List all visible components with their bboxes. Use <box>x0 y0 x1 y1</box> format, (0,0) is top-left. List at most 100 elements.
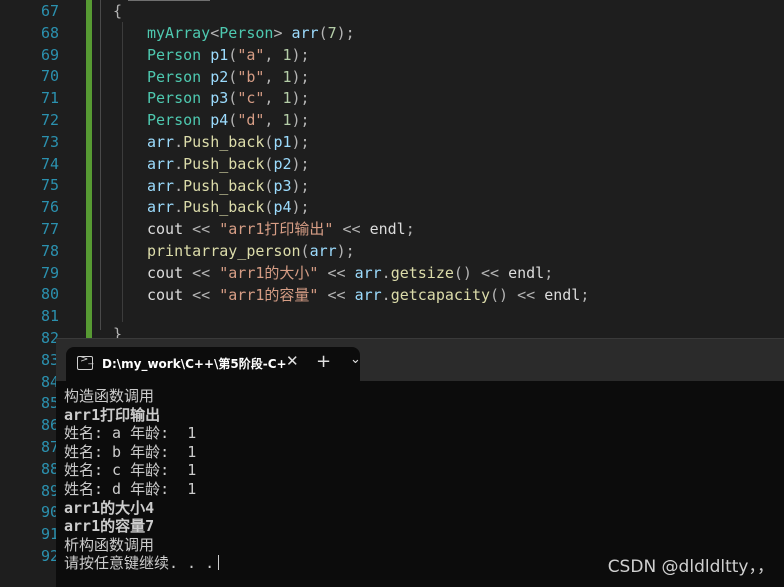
code-line[interactable]: Person p4("d", 1); <box>147 109 310 131</box>
line-number: 89 <box>40 481 59 500</box>
line-number: 78 <box>40 241 59 260</box>
code-token: ( <box>228 45 238 64</box>
code-token: "b" <box>237 67 265 86</box>
line-number: 71 <box>40 89 59 108</box>
code-token: ( <box>228 111 238 130</box>
code-token: p2 <box>273 154 292 173</box>
code-token: << <box>192 285 220 304</box>
code-token: arr <box>354 263 382 282</box>
tab-dropdown-button[interactable]: ⌄ <box>350 352 361 367</box>
code-token: Person <box>147 67 211 86</box>
code-line[interactable]: Person p3("c", 1); <box>147 87 310 109</box>
code-token: ( <box>300 242 310 260</box>
terminal-output[interactable]: 构造函数调用 arr1打印输出 姓名: a 年龄: 1 姓名: b 年龄: 1 姓名: … <box>64 387 764 573</box>
line-number: 70 <box>40 67 59 86</box>
terminal-window[interactable]: >_ D:\my_work\C++\第5阶段-C+ ✕ + ⌄ 构造函数调用 ar… <box>56 338 784 587</box>
code-token: << <box>192 220 220 239</box>
line-number: 79 <box>40 263 59 282</box>
code-line[interactable]: arr.Push_back(p2); <box>147 153 310 175</box>
code-token: << <box>318 285 355 304</box>
terminal-output-line: 姓名: c 年龄: 1 <box>64 461 197 480</box>
code-token: Push_back <box>183 176 265 195</box>
terminal-output-line: arr1的容量7 <box>64 517 155 536</box>
code-line[interactable]: arr.Push_back(p3); <box>147 175 310 197</box>
line-number-gutter: 67 68 69 70 71 72 73 74 75 76 77 78 79 80 81 82 83 84 85 86… <box>0 0 64 586</box>
code-token: ; <box>544 263 554 282</box>
terminal-tab-strip: >_ D:\my_work\C++\第5阶段-C+ ✕ + ⌄ <box>56 339 784 381</box>
code-token: ( <box>228 67 238 86</box>
code-token: arr <box>354 285 382 304</box>
code-token: << <box>318 263 355 282</box>
new-tab-button[interactable]: + <box>316 351 331 372</box>
code-line[interactable]: arr.Push_back(p4); <box>147 196 310 218</box>
terminal-output-line: 姓名: b 年龄: 1 <box>64 442 197 461</box>
line-number: 72 <box>40 111 59 129</box>
code-token: myArray <box>147 24 211 42</box>
code-token: ( <box>318 24 328 42</box>
code-token: ); <box>291 89 310 108</box>
code-line[interactable]: cout << "arr1的大小" << arr.getsize() << en… <box>147 262 553 284</box>
line-number: 88 <box>40 459 59 478</box>
code-token: ); <box>336 24 355 42</box>
code-token: ); <box>291 133 310 151</box>
code-token: ; <box>580 285 590 304</box>
code-token: cout <box>147 220 193 239</box>
line-number: 74 <box>40 154 59 173</box>
code-token: << <box>333 220 370 239</box>
line-number: 92 <box>40 547 59 565</box>
code-line[interactable]: arr.Push_back(p1); <box>147 131 310 153</box>
code-token: . <box>381 285 391 304</box>
code-line[interactable]: cout << "arr1的容量" << arr.getcapacity() <… <box>147 284 589 306</box>
code-token: . <box>174 176 184 195</box>
code-token: p1 <box>273 133 292 151</box>
code-token: . <box>174 198 184 217</box>
code-token: endl <box>544 285 581 304</box>
code-line[interactable]: cout << "arr1打印输出" << endl; <box>147 218 415 240</box>
code-token: endl <box>508 263 545 282</box>
line-number: 80 <box>40 285 59 304</box>
line-number: 91 <box>40 525 59 544</box>
code-line[interactable]: myArray<Person> arr(7); <box>147 22 355 44</box>
code-token: Push_back <box>183 133 265 151</box>
line-number: 81 <box>40 307 59 326</box>
line-number: 83 <box>40 350 59 369</box>
code-token: arr <box>147 198 175 217</box>
line-number: 86 <box>40 416 59 435</box>
code-token: 7 <box>327 24 337 42</box>
code-line[interactable]: Person p2("b", 1); <box>147 66 310 88</box>
fold-marker <box>128 0 210 1</box>
code-token: ); <box>291 67 310 86</box>
code-token: ); <box>291 154 310 173</box>
code-token: Push_back <box>183 198 265 217</box>
code-token: ); <box>291 198 310 217</box>
fold-guide <box>100 0 101 330</box>
line-number: 67 <box>40 2 59 20</box>
code-line[interactable]: Person p1("a", 1); <box>147 44 310 66</box>
terminal-icon: >_ <box>77 354 93 370</box>
line-number: 77 <box>40 220 59 238</box>
code-token: "a" <box>237 45 265 64</box>
terminal-tab-title: D:\my_work\C++\第5阶段-C+ <box>102 357 287 371</box>
code-token: "c" <box>237 89 265 108</box>
code-token: ; <box>405 220 415 239</box>
line-number: 68 <box>40 23 59 42</box>
code-token: Push_back <box>183 154 265 173</box>
code-token: endl <box>369 220 406 239</box>
close-tab-icon[interactable]: ✕ <box>286 352 299 370</box>
code-line[interactable]: printarray_person(arr); <box>147 240 355 262</box>
code-token: 1 <box>282 89 292 108</box>
code-token: 1 <box>282 67 292 86</box>
line-number: 69 <box>40 45 59 64</box>
code-token: < <box>210 24 220 42</box>
terminal-output-line: 姓名: d 年龄: 1 <box>64 479 197 498</box>
code-token: > <box>273 24 292 42</box>
watermark: CSDN @dldldltty，， <box>607 557 774 577</box>
code-token: Person <box>147 45 211 64</box>
code-token: arr <box>147 133 175 151</box>
text-cursor <box>218 555 220 571</box>
code-token: getsize <box>390 263 454 282</box>
code-token: . <box>381 263 391 282</box>
code-token: . <box>174 154 184 173</box>
code-token: "arr1的容量" <box>219 285 319 304</box>
code-token: arr <box>291 24 319 42</box>
